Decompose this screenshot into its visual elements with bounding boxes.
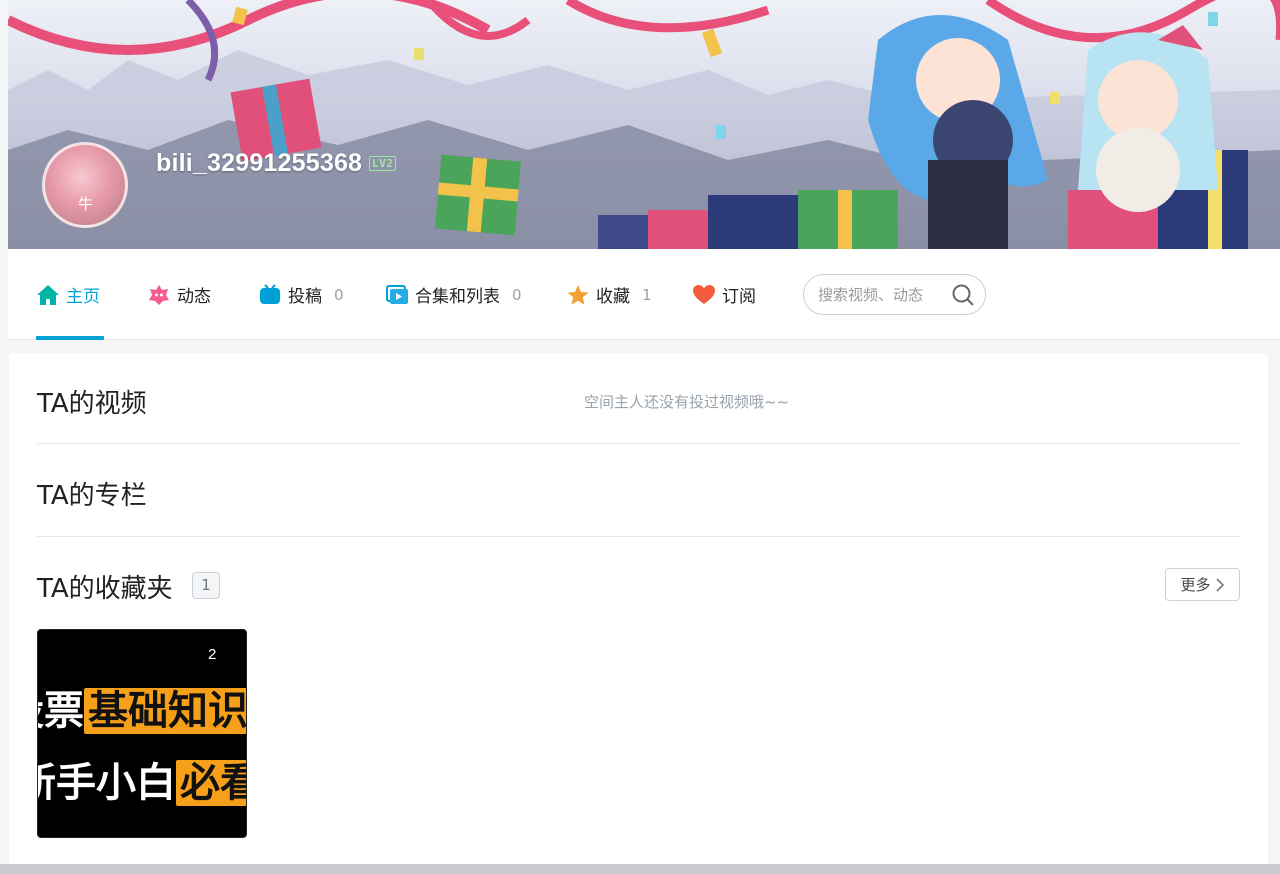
- favorites-count-badge: 1: [192, 572, 220, 599]
- avatar-badge: 牛: [78, 195, 94, 213]
- tab-home[interactable]: 主页: [36, 249, 100, 340]
- tab-collections-count: 0: [512, 285, 522, 304]
- more-button[interactable]: 更多: [1165, 568, 1240, 601]
- thumb-text: 新手小白: [38, 760, 176, 806]
- folder-thumbnail-line-2: 新手小白必看: [38, 750, 246, 808]
- tab-uploads-label: 投稿: [288, 287, 322, 307]
- videos-empty-text: 空间主人还没有投过视频哦~~: [584, 393, 790, 411]
- star-icon: [567, 284, 589, 305]
- heart-icon: [693, 284, 715, 304]
- search-input[interactable]: [818, 285, 958, 304]
- thumb-text: 股票: [38, 688, 84, 734]
- space-nav: 主页 动态 投稿 0 合集和列表 0 收藏 1 订阅 搜索视频、动态: [8, 249, 1280, 340]
- dynamic-icon: [149, 284, 169, 305]
- banner-illustration: [8, 0, 1280, 249]
- tab-home-label: 主页: [66, 287, 100, 307]
- tv-icon: [260, 283, 280, 304]
- tab-dynamic-label: 动态: [177, 287, 211, 307]
- chevron-right-icon: [1215, 577, 1224, 592]
- tab-favorites-label: 收藏: [596, 287, 630, 307]
- space-search: [803, 274, 986, 315]
- username: bili_32991255368: [156, 149, 363, 177]
- tab-favorites-count: 1: [642, 285, 652, 304]
- playlist-icon: [386, 284, 408, 304]
- more-button-label: 更多: [1180, 576, 1211, 594]
- active-tab-indicator: [36, 336, 104, 340]
- tab-favorites[interactable]: 收藏 1: [566, 249, 652, 340]
- tab-collections-label: 合集和列表: [415, 287, 500, 307]
- folder-item-count: 2: [208, 646, 217, 663]
- articles-section-title: TA的专栏: [37, 481, 147, 511]
- tab-collections[interactable]: 合集和列表 0: [385, 249, 522, 340]
- tab-dynamic[interactable]: 动态: [147, 249, 211, 340]
- divider: [37, 443, 1240, 444]
- tab-subscriptions-label: 订阅: [722, 287, 756, 307]
- avatar[interactable]: 牛: [42, 142, 128, 228]
- tab-subscriptions[interactable]: 订阅: [692, 249, 756, 340]
- main-content: TA的视频 空间主人还没有投过视频哦~~ TA的专栏 TA的收藏夹 1 更多 2…: [9, 353, 1268, 874]
- tab-uploads[interactable]: 投稿 0: [258, 249, 344, 340]
- window-bottom-edge: [0, 864, 1280, 874]
- search-icon[interactable]: [951, 283, 975, 307]
- videos-section-title: TA的视频: [37, 389, 147, 419]
- home-icon: [37, 284, 59, 305]
- level-badge: LV2: [369, 156, 397, 171]
- tab-uploads-count: 0: [334, 285, 344, 304]
- thumb-highlight: 基础知识: [84, 688, 246, 734]
- favorite-folder-card[interactable]: 2 股票基础知识 新手小白必看: [37, 629, 247, 838]
- folder-thumbnail-line-1: 股票基础知识: [38, 678, 246, 736]
- favorites-section-title: TA的收藏夹: [37, 574, 173, 604]
- thumb-highlight: 必看: [176, 760, 246, 806]
- divider: [37, 536, 1240, 537]
- profile-banner: 牛 bili_32991255368 LV2: [8, 0, 1280, 249]
